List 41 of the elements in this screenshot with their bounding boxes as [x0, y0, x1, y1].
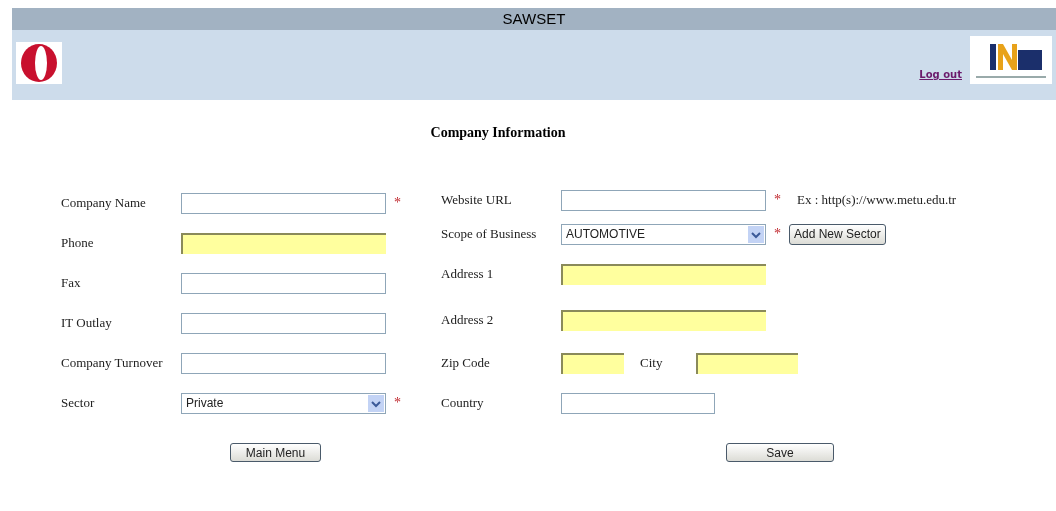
- dropdown[interactable]: Private: [181, 392, 386, 414]
- example-hint: Ex : http(s)://www.metu.edu.tr: [797, 191, 957, 210]
- field-label: Company Name: [61, 194, 147, 213]
- field-label: Country: [441, 394, 485, 413]
- field-label: Company Turnover: [61, 354, 164, 373]
- text-input[interactable]: [561, 189, 766, 211]
- main-menu-button[interactable]: Main Menu: [230, 443, 321, 462]
- text-input[interactable]: [181, 192, 386, 214]
- required-asterisk: *: [774, 227, 781, 241]
- text-input[interactable]: [181, 232, 386, 254]
- field-label: Address 1: [441, 265, 495, 284]
- text-input[interactable]: [181, 352, 386, 374]
- text-input[interactable]: [181, 272, 386, 294]
- required-asterisk: *: [774, 193, 781, 207]
- university-logo-icon: [16, 42, 62, 84]
- save-button[interactable]: Save: [726, 443, 834, 462]
- add-sector-button[interactable]: Add New Sector: [789, 223, 886, 245]
- field-label: IT Outlay: [61, 314, 113, 333]
- field-label: Fax: [61, 274, 82, 293]
- logout-link[interactable]: Log out: [919, 67, 962, 82]
- app-title: SAWSET: [502, 8, 566, 29]
- required-asterisk: *: [394, 396, 401, 410]
- text-input[interactable]: [561, 309, 766, 331]
- institute-logo-icon: [970, 36, 1052, 84]
- form-title: Company Information: [430, 124, 566, 142]
- text-input[interactable]: [561, 392, 715, 414]
- text-input[interactable]: [181, 312, 386, 334]
- field-label: Zip Code: [441, 354, 491, 373]
- text-input[interactable]: [696, 352, 798, 374]
- field-label: Sector: [61, 394, 96, 413]
- field-label: Phone: [61, 234, 95, 253]
- text-input[interactable]: [561, 352, 624, 374]
- field-label: Website URL: [441, 191, 513, 210]
- field-label: Address 2: [441, 311, 495, 330]
- required-asterisk: *: [394, 196, 401, 210]
- field-label: Scope of Business: [441, 225, 538, 244]
- field-label: City: [639, 354, 664, 373]
- dropdown[interactable]: AUTOMOTIVE: [561, 223, 766, 245]
- chevron-down-icon: [368, 394, 384, 412]
- text-input[interactable]: [561, 263, 766, 285]
- chevron-down-icon: [748, 225, 764, 243]
